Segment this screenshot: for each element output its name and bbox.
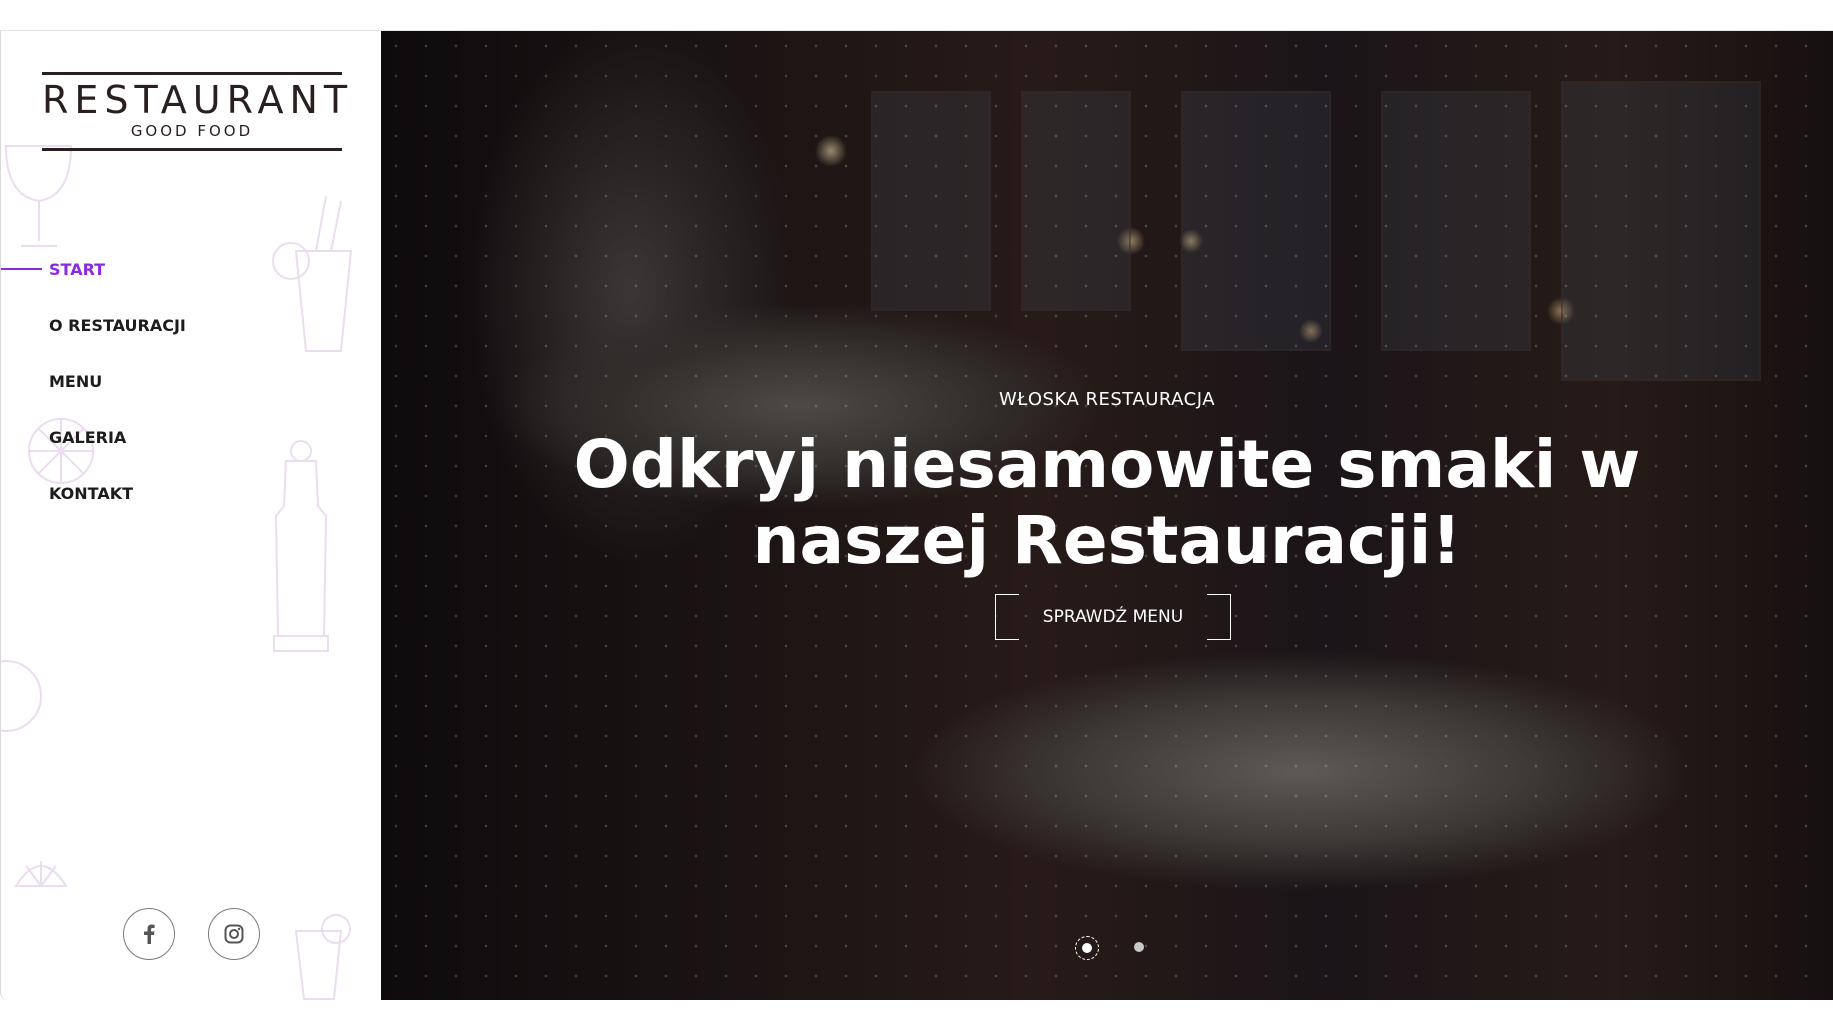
nav-item-menu[interactable]: MENU [1, 353, 381, 409]
cta-bracket-left [995, 594, 1019, 640]
nav-item-label: GALERIA [49, 427, 127, 447]
hero-slider: WŁOSKA RESTAURACJA Odkryj niesamowite sm… [381, 31, 1833, 1000]
hero-subtitle: WŁOSKA RESTAURACJA [998, 389, 1216, 410]
nav-item-kontakt[interactable]: KONTAKT [1, 465, 381, 521]
top-strip [0, 0, 1833, 31]
instagram-icon [224, 924, 244, 944]
sidebar: RESTAURANT GOOD FOOD START O RESTAURACJI… [0, 31, 381, 1000]
bowl-doodle-icon [1, 660, 42, 732]
cta-label: SPRAWDŹ MENU [1042, 607, 1184, 627]
facebook-icon [144, 924, 155, 944]
nav-item-label: KONTAKT [49, 483, 134, 503]
hero-headline: Odkryj niesamowite smaki w naszej Restau… [573, 426, 1641, 579]
logo-top-rule [42, 72, 342, 75]
logo-name: RESTAURANT [42, 78, 354, 122]
instagram-button[interactable] [208, 908, 260, 960]
nav-item-o-restauracji[interactable]: O RESTAURACJI [1, 297, 381, 353]
check-menu-button[interactable]: SPRAWDŹ MENU [995, 594, 1231, 640]
nav-item-galeria[interactable]: GALERIA [1, 409, 381, 465]
logo-bottom-rule [42, 148, 342, 151]
facebook-button[interactable] [123, 908, 175, 960]
nav-item-start[interactable]: START [1, 241, 381, 297]
logo[interactable]: RESTAURANT GOOD FOOD [42, 72, 354, 152]
main-nav: START O RESTAURACJI MENU GALERIA KONTAKT [1, 241, 381, 521]
bottom-strip [0, 1000, 1833, 1031]
lemon-slice-doodle-icon [14, 861, 68, 887]
logo-tagline: GOOD FOOD [130, 122, 254, 140]
slider-dot-1[interactable] [1075, 936, 1099, 960]
cta-bracket-right [1207, 594, 1231, 640]
active-marker [1, 268, 42, 270]
nav-item-label: START [49, 259, 106, 279]
cocktail-doodle-icon [294, 914, 351, 1000]
nav-item-label: O RESTAURACJI [49, 315, 186, 335]
slider-dot-2[interactable] [1134, 942, 1144, 952]
slider-dot-active-fill [1082, 943, 1092, 953]
nav-item-label: MENU [49, 371, 103, 391]
